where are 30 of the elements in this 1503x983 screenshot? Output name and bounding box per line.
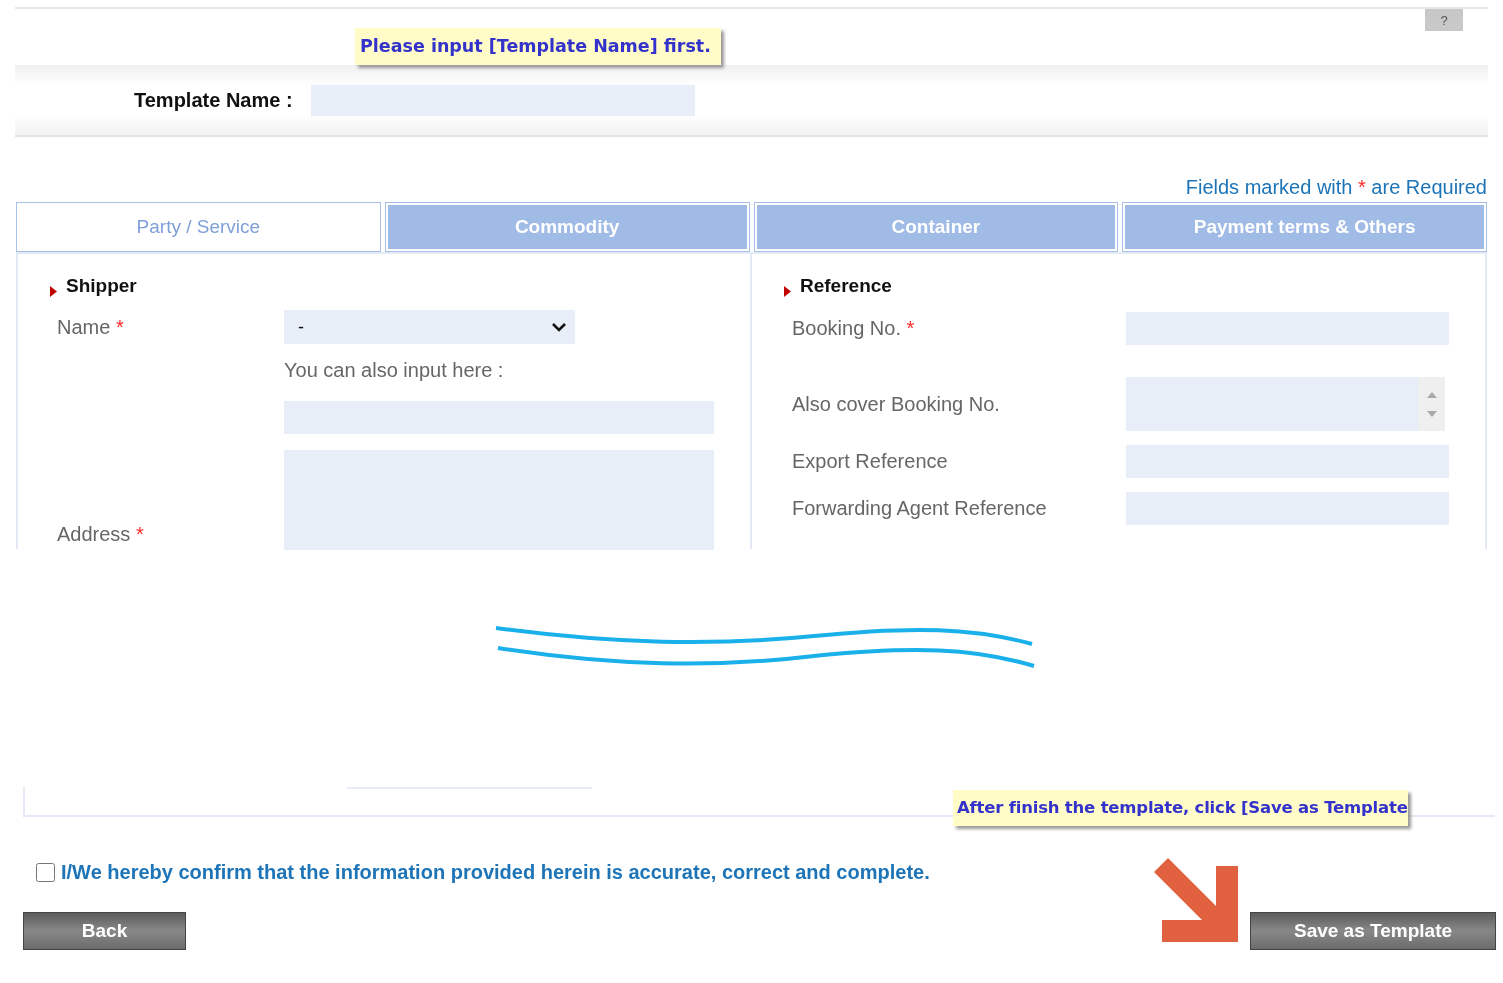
spin-up-icon[interactable] <box>1426 391 1437 398</box>
field-label: Booking No. * <box>792 317 916 340</box>
save-template-button[interactable]: Save as Template <box>1250 912 1496 950</box>
hint-callout: After finish the template, click [Save as Template <box>953 790 1408 826</box>
confirm-text: I/We hereby confirm that the information provided herein is accurate, correct and complete. <box>61 861 930 884</box>
field-label: Name * <box>57 315 125 339</box>
hint-callout: Please input [Template Name] first. <box>355 28 721 65</box>
tab[interactable]: Payment terms & Others <box>1122 202 1487 252</box>
field-label: Also cover Booking No. <box>792 392 1001 416</box>
field-label: Address * <box>57 523 145 547</box>
help-button[interactable]: ? <box>1425 9 1463 31</box>
tab[interactable]: Container <box>753 202 1119 252</box>
tab[interactable]: Party / Service <box>16 202 381 252</box>
back-button[interactable]: Back <box>23 912 186 950</box>
section-heading: Reference <box>800 275 892 297</box>
hint-text: You can also input here : <box>284 359 505 382</box>
required-note: Fields marked with * are Required <box>1185 176 1487 199</box>
booking-list-field[interactable] <box>1126 377 1445 431</box>
arrow-icon <box>1154 858 1240 944</box>
name-select[interactable]: - <box>284 310 575 344</box>
tab[interactable]: Commodity <box>384 202 750 252</box>
confirm-checkbox[interactable] <box>36 863 55 882</box>
template-name-label: Template Name : <box>134 88 293 112</box>
chevron-down-icon <box>551 322 567 332</box>
triangle-icon <box>50 285 57 297</box>
spin-down-icon[interactable] <box>1426 410 1437 417</box>
field-label: Forwarding Agent Reference <box>792 497 1048 520</box>
field-label: Export Reference <box>792 450 949 473</box>
triangle-icon <box>784 285 791 297</box>
section-heading: Shipper <box>66 275 137 297</box>
